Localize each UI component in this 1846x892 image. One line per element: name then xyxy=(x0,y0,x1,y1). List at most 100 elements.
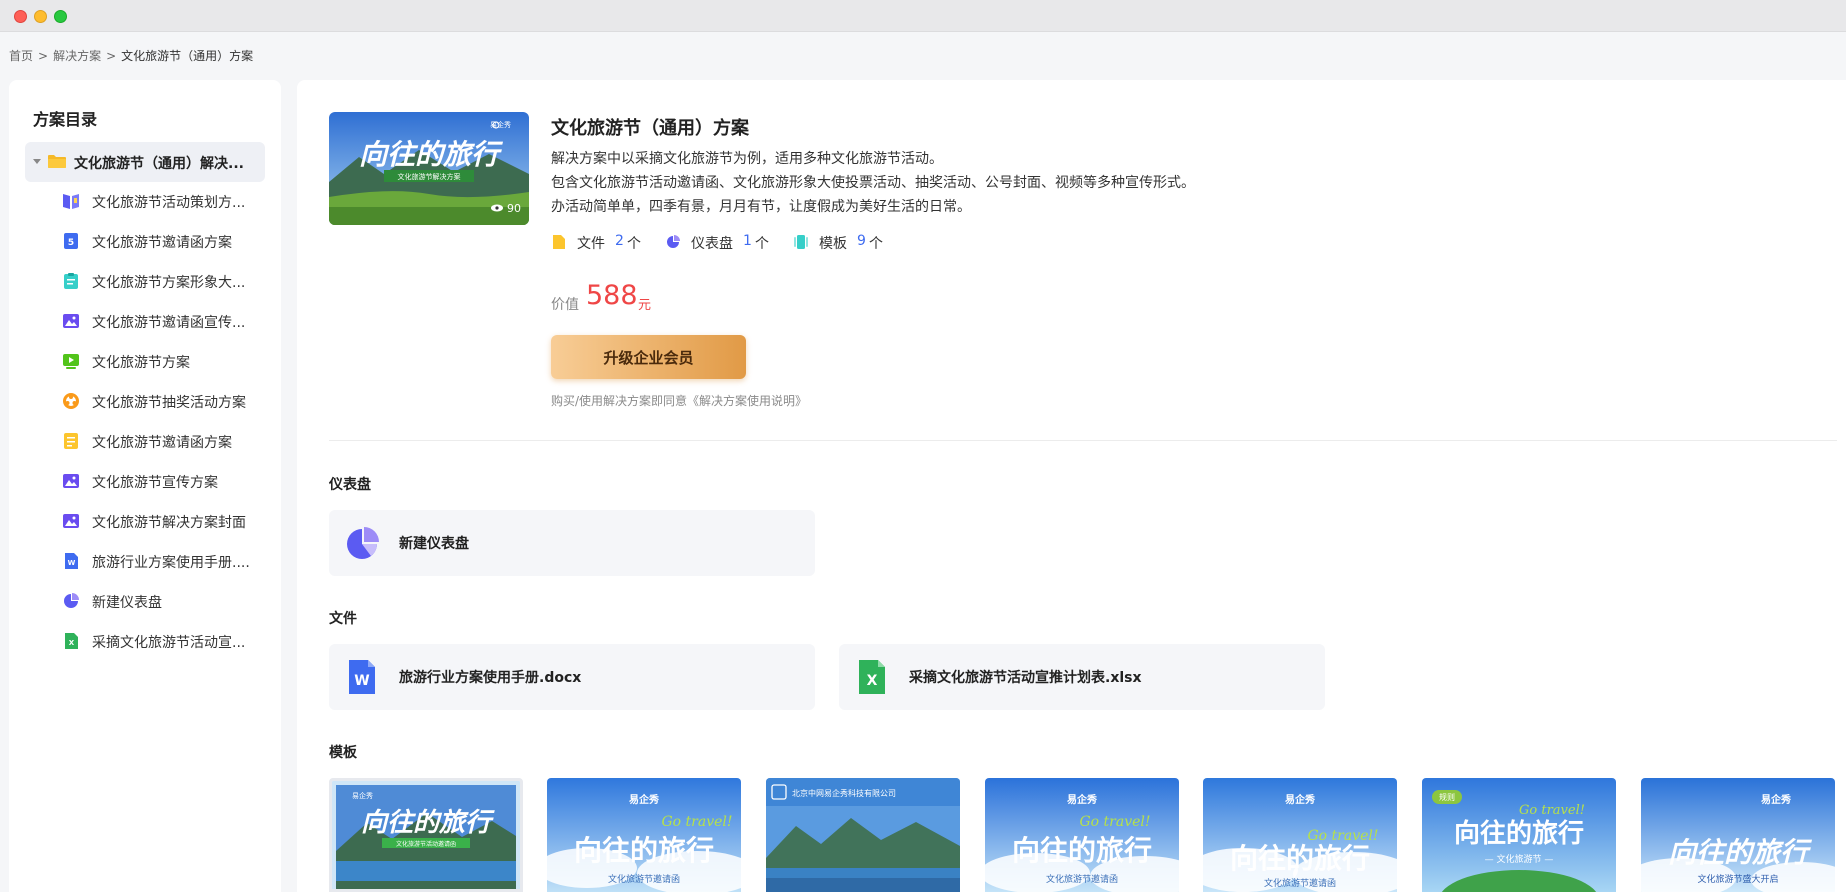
files-section-title: 文件 xyxy=(329,611,357,627)
file-card-label: 旅游行业方案使用手册.docx xyxy=(399,670,582,686)
sidebar-item-label: 文化旅游节解决方案封面 xyxy=(92,515,246,531)
template-thumbnail[interactable]: 易企秀 Go travel! 向往的旅行 文化旅游节邀请函 xyxy=(985,778,1179,892)
sidebar-item-ambassador[interactable]: 文化旅游节方案形象大... xyxy=(62,269,262,293)
file-card-xlsx[interactable]: X 采摘文化旅游节活动宣推计划表.xlsx xyxy=(839,644,1325,710)
image-icon xyxy=(63,474,79,488)
sidebar-item-label: 文化旅游节邀请函方案 xyxy=(92,435,232,451)
stat-dashboards-count: 1 xyxy=(743,233,752,249)
template-icon xyxy=(794,235,808,249)
sidebar-item-label: 文化旅游节邀请函方案 xyxy=(92,235,232,251)
sidebar-item-label: 文化旅游节抽奖活动方案 xyxy=(92,395,246,411)
template-slogan: Go travel! xyxy=(1519,803,1585,818)
solution-cover-image: 向往的旅行 文化旅游节解决方案 易企秀 90 xyxy=(329,112,529,225)
template-title: 向往的旅行 xyxy=(361,808,495,838)
breadcrumb: 首页 > 解决方案 > 文化旅游节（通用）方案 xyxy=(9,47,253,64)
breadcrumb-home[interactable]: 首页 xyxy=(9,49,33,63)
sidebar-item-plan[interactable]: 文化旅游节活动策划方... xyxy=(62,189,262,213)
cover-title: 向往的旅行 xyxy=(359,138,504,171)
breadcrumb-solutions[interactable]: 解决方案 xyxy=(53,49,101,63)
price-label: 价值 xyxy=(551,297,579,313)
tree-root-item[interactable]: 文化旅游节（通用）解决... xyxy=(25,142,265,182)
svg-text:W: W xyxy=(354,673,369,689)
template-brand: 易企秀 xyxy=(1285,793,1315,806)
template-subtitle: 文化旅游节邀请函 xyxy=(608,873,680,885)
template-subtitle: 文化旅游节盛大开启 xyxy=(1697,873,1778,885)
document-icon xyxy=(64,433,78,449)
maximize-window-button[interactable] xyxy=(54,10,67,23)
sidebar-item-label: 采摘文化旅游节活动宣... xyxy=(92,635,246,651)
stat-templates-count: 9 xyxy=(857,233,866,249)
svg-text:X: X xyxy=(69,639,75,647)
template-slogan: Go travel! xyxy=(661,814,732,830)
stat-files-label: 文件 xyxy=(577,236,605,252)
sidebar-item-lottery[interactable]: 文化旅游节抽奖活动方案 xyxy=(62,389,262,413)
stat-unit: 个 xyxy=(869,236,883,252)
template-thumbnail[interactable]: 向往的旅行 文化旅游节活动邀请函 易企秀 xyxy=(329,778,523,892)
excel-icon: X xyxy=(65,633,78,649)
pie-chart-icon xyxy=(64,593,79,608)
sidebar-item-invitation-doc[interactable]: 文化旅游节邀请函方案 xyxy=(62,429,262,453)
template-brand: 规则 xyxy=(1439,792,1455,802)
template-title: 向往的旅行 xyxy=(1012,834,1152,867)
template-brand: 北京中网易企秀科技有限公司 xyxy=(792,788,896,798)
dashboard-card[interactable]: 新建仪表盘 xyxy=(329,510,815,576)
pie-chart-icon xyxy=(347,527,379,559)
stat-dashboards-label: 仪表盘 xyxy=(691,236,733,252)
upgrade-enterprise-button[interactable]: 升级企业会员 xyxy=(551,335,746,379)
dashboard-section-title: 仪表盘 xyxy=(329,477,371,493)
file-card-docx[interactable]: W 旅游行业方案使用手册.docx xyxy=(329,644,815,710)
agreement-text[interactable]: 购买/使用解决方案即同意《解决方案使用说明》 xyxy=(551,392,807,409)
solution-directory-sidebar: 方案目录 文化旅游节（通用）解决... 文化旅游节活动策划方... 5 文化旅游… xyxy=(9,80,281,892)
sidebar-item-label: 文化旅游节方案形象大... xyxy=(92,275,246,291)
stat-unit: 个 xyxy=(755,236,769,252)
template-slogan: Go travel! xyxy=(1079,814,1150,830)
word-icon: W xyxy=(349,660,375,694)
template-brand: 易企秀 xyxy=(352,791,373,800)
word-icon: W xyxy=(65,553,78,569)
file-card-label: 采摘文化旅游节活动宣推计划表.xlsx xyxy=(909,670,1142,686)
pie-chart-icon xyxy=(667,235,680,248)
window-titlebar xyxy=(0,0,1846,32)
sidebar-item-video[interactable]: 文化旅游节方案 xyxy=(62,349,262,373)
solution-description-line: 办活动简单单，四季有景，月月有节，让度假成为美好生活的日常。 xyxy=(551,199,971,215)
breadcrumb-separator: > xyxy=(106,49,117,63)
close-window-button[interactable] xyxy=(14,10,27,23)
sidebar-item-label: 旅游行业方案使用手册.... xyxy=(92,555,250,571)
template-title: 向往的旅行 xyxy=(1668,836,1813,869)
svg-text:W: W xyxy=(68,559,76,567)
template-thumbnail[interactable]: 规则 Go travel! 向往的旅行 — 文化旅游节 — xyxy=(1422,778,1616,892)
sidebar-item-manual[interactable]: W 旅游行业方案使用手册.... xyxy=(62,549,262,573)
sidebar-item-label: 新建仪表盘 xyxy=(92,595,162,611)
document-icon xyxy=(553,235,565,249)
price-value: 588 xyxy=(586,280,638,311)
sidebar-item-schedule[interactable]: X 采摘文化旅游节活动宣... xyxy=(62,629,262,653)
sidebar-item-promotion[interactable]: 文化旅游节宣传方案 xyxy=(62,469,262,493)
view-count: 90 xyxy=(507,202,521,215)
solution-description-line: 解决方案中以采摘文化旅游节为例，适用多种文化旅游节活动。 xyxy=(551,151,943,167)
sidebar-item-invitation-promo[interactable]: 文化旅游节邀请函宣传... xyxy=(62,309,262,333)
video-icon xyxy=(63,354,79,369)
stat-files-count: 2 xyxy=(615,233,624,249)
stat-templates-label: 模板 xyxy=(819,236,847,252)
lottery-icon xyxy=(63,393,79,409)
breadcrumb-current: 文化旅游节（通用）方案 xyxy=(121,49,254,63)
template-thumbnail[interactable]: 易企秀 向往的旅行 文化旅游节盛大开启 xyxy=(1641,778,1835,892)
sidebar-item-dashboard[interactable]: 新建仪表盘 xyxy=(62,589,262,613)
sidebar-item-invitation-h5[interactable]: 5 文化旅游节邀请函方案 xyxy=(62,229,262,253)
cover-subtitle: 文化旅游节解决方案 xyxy=(398,172,461,181)
stat-unit: 个 xyxy=(627,236,641,252)
template-brand: 易企秀 xyxy=(1761,793,1791,806)
template-thumbnail[interactable]: 北京中网易企秀科技有限公司 xyxy=(766,778,960,892)
svg-text:X: X xyxy=(867,673,878,689)
caret-down-icon[interactable] xyxy=(33,159,41,164)
template-thumbnail[interactable]: 易企秀 Go travel! 向往的旅行 文化旅游节邀请函 xyxy=(1203,778,1397,892)
sidebar-item-label: 文化旅游节方案 xyxy=(92,355,190,371)
template-subtitle: 文化旅游节邀请函 xyxy=(1046,873,1118,885)
template-brand: 易企秀 xyxy=(1067,793,1097,806)
book-icon xyxy=(63,194,79,209)
sidebar-item-cover[interactable]: 文化旅游节解决方案封面 xyxy=(62,509,262,533)
minimize-window-button[interactable] xyxy=(34,10,47,23)
template-thumbnail[interactable]: 易企秀 Go travel! 向往的旅行 文化旅游节邀请函 xyxy=(547,778,741,892)
dashboard-card-label: 新建仪表盘 xyxy=(399,536,469,552)
template-title: 向往的旅行 xyxy=(1230,842,1370,875)
